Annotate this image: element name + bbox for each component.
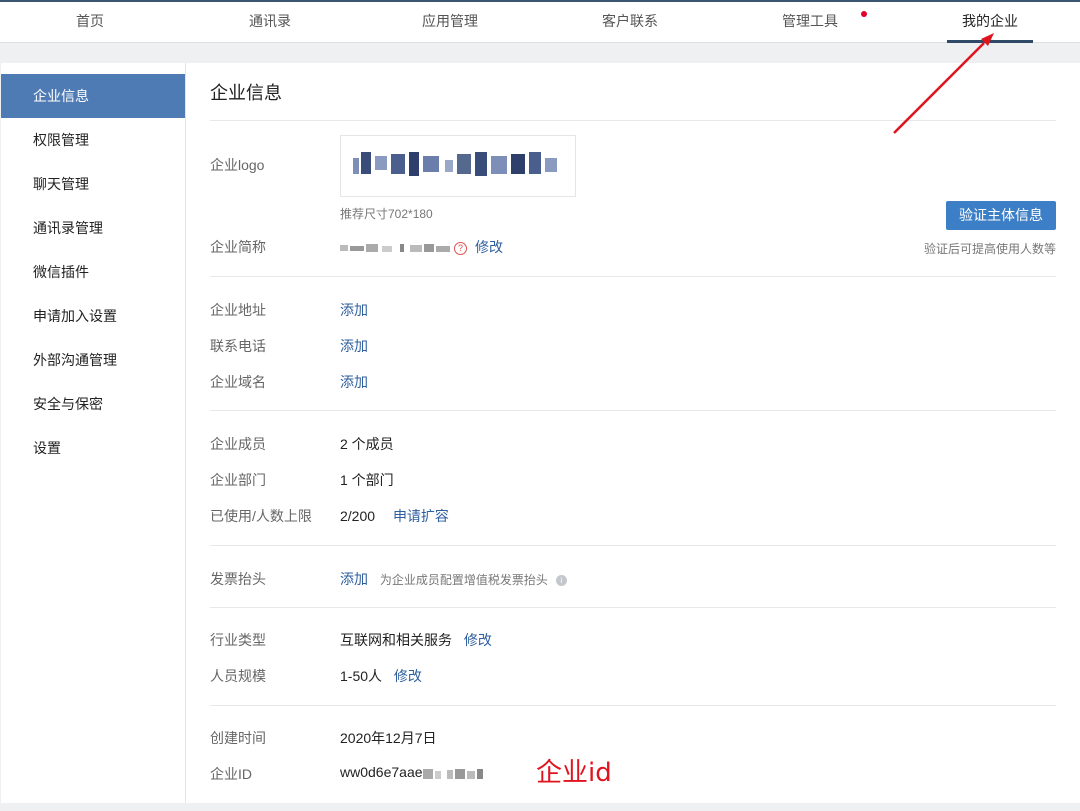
tab-home[interactable]: 首页 xyxy=(0,2,180,43)
corp-id-row: ww0d6e7aae xyxy=(340,764,485,780)
phone-label: 联系电话 xyxy=(210,338,266,354)
tab-management-tools-label: 管理工具 xyxy=(782,13,838,29)
industry-value: 互联网和相关服务 xyxy=(340,632,452,648)
sidebar-item-wechat-plugin[interactable]: 微信插件 xyxy=(1,250,185,294)
created-label: 创建时间 xyxy=(210,730,266,746)
edit-short-name-link[interactable]: 修改 xyxy=(475,239,503,255)
info-icon[interactable]: i xyxy=(555,574,567,586)
departments-label: 企业部门 xyxy=(210,472,266,488)
divider xyxy=(210,705,1056,706)
divider xyxy=(210,410,1056,411)
page-title: 企业信息 xyxy=(210,83,282,103)
add-domain-link[interactable]: 添加 xyxy=(340,372,368,392)
enterprise-logo[interactable] xyxy=(340,135,576,197)
members-label: 企业成员 xyxy=(210,436,266,452)
logo-size-hint: 推荐尺寸702*180 xyxy=(340,207,433,221)
invoice-row: 添加 为企业成员配置增值税发票抬头 i xyxy=(340,569,567,589)
sidebar-item-permissions[interactable]: 权限管理 xyxy=(1,118,185,162)
sidebar-item-external-communication[interactable]: 外部沟通管理 xyxy=(1,338,185,382)
add-invoice-link[interactable]: 添加 xyxy=(340,571,368,587)
annotation-label: 企业id xyxy=(536,758,612,788)
members-value: 2 个成员 xyxy=(340,436,394,452)
sidebar-item-enterprise-info[interactable]: 企业信息 xyxy=(1,74,185,118)
domain-label: 企业域名 xyxy=(210,374,266,390)
sidebar-item-settings[interactable]: 设置 xyxy=(1,426,185,470)
request-expansion-link[interactable]: 申请扩容 xyxy=(393,508,449,524)
top-nav: 首页 通讯录 应用管理 客户联系 管理工具 我的企业 xyxy=(0,0,1080,43)
main-panel: 企业信息 企业logo 推荐尺寸702*180 验证主体信息 验证后可提高使用人… xyxy=(186,63,1080,803)
usage-row: 2/200 申请扩容 xyxy=(340,506,449,526)
sidebar-item-contacts-management[interactable]: 通讯录管理 xyxy=(1,206,185,250)
invoice-label: 发票抬头 xyxy=(210,571,266,587)
usage-value: 2/200 xyxy=(340,508,376,524)
edit-industry-link[interactable]: 修改 xyxy=(464,632,492,648)
add-phone-link[interactable]: 添加 xyxy=(340,336,368,356)
created-value: 2020年12月7日 xyxy=(340,730,437,746)
redacted-corp-id xyxy=(422,769,483,780)
sidebar-item-join-settings[interactable]: 申请加入设置 xyxy=(1,294,185,338)
tab-contacts[interactable]: 通讯录 xyxy=(180,2,360,43)
help-icon[interactable]: ? xyxy=(454,241,467,255)
scale-label: 人员规模 xyxy=(210,668,266,684)
tab-app-management[interactable]: 应用管理 xyxy=(360,2,540,43)
verify-hint: 验证后可提高使用人数等 xyxy=(923,242,1056,256)
invoice-hint: 为企业成员配置增值税发票抬头 xyxy=(379,573,548,587)
industry-label: 行业类型 xyxy=(210,632,266,648)
logo-image xyxy=(353,152,557,176)
departments-value: 1 个部门 xyxy=(340,472,394,488)
edit-scale-link[interactable]: 修改 xyxy=(394,668,422,684)
add-address-link[interactable]: 添加 xyxy=(340,300,368,320)
divider xyxy=(210,607,1056,608)
industry-row: 互联网和相关服务 修改 xyxy=(340,630,492,650)
address-label: 企业地址 xyxy=(210,302,266,318)
logo-label: 企业logo xyxy=(210,157,265,173)
sidebar-item-chat-management[interactable]: 聊天管理 xyxy=(1,162,185,206)
usage-label: 已使用/人数上限 xyxy=(210,508,312,524)
short-name-label: 企业简称 xyxy=(210,239,266,255)
scale-value: 1-50人 xyxy=(340,668,383,684)
notification-dot-icon xyxy=(861,11,867,17)
corp-id-value: ww0d6e7aae xyxy=(340,764,423,780)
tab-management-tools[interactable]: 管理工具 xyxy=(720,2,900,43)
sidebar: 企业信息 权限管理 聊天管理 通讯录管理 微信插件 申请加入设置 外部沟通管理 … xyxy=(1,63,186,803)
redacted-short-name xyxy=(340,244,450,253)
tab-customer-contact[interactable]: 客户联系 xyxy=(540,2,720,43)
scale-row: 1-50人 修改 xyxy=(340,666,422,686)
verify-entity-button[interactable]: 验证主体信息 xyxy=(946,201,1056,230)
divider xyxy=(210,276,1056,277)
corp-id-label: 企业ID xyxy=(210,766,252,782)
short-name-value: ? 修改 xyxy=(340,237,503,257)
tab-my-enterprise[interactable]: 我的企业 xyxy=(900,2,1080,43)
divider xyxy=(210,120,1056,121)
sidebar-item-security[interactable]: 安全与保密 xyxy=(1,382,185,426)
divider xyxy=(210,545,1056,546)
